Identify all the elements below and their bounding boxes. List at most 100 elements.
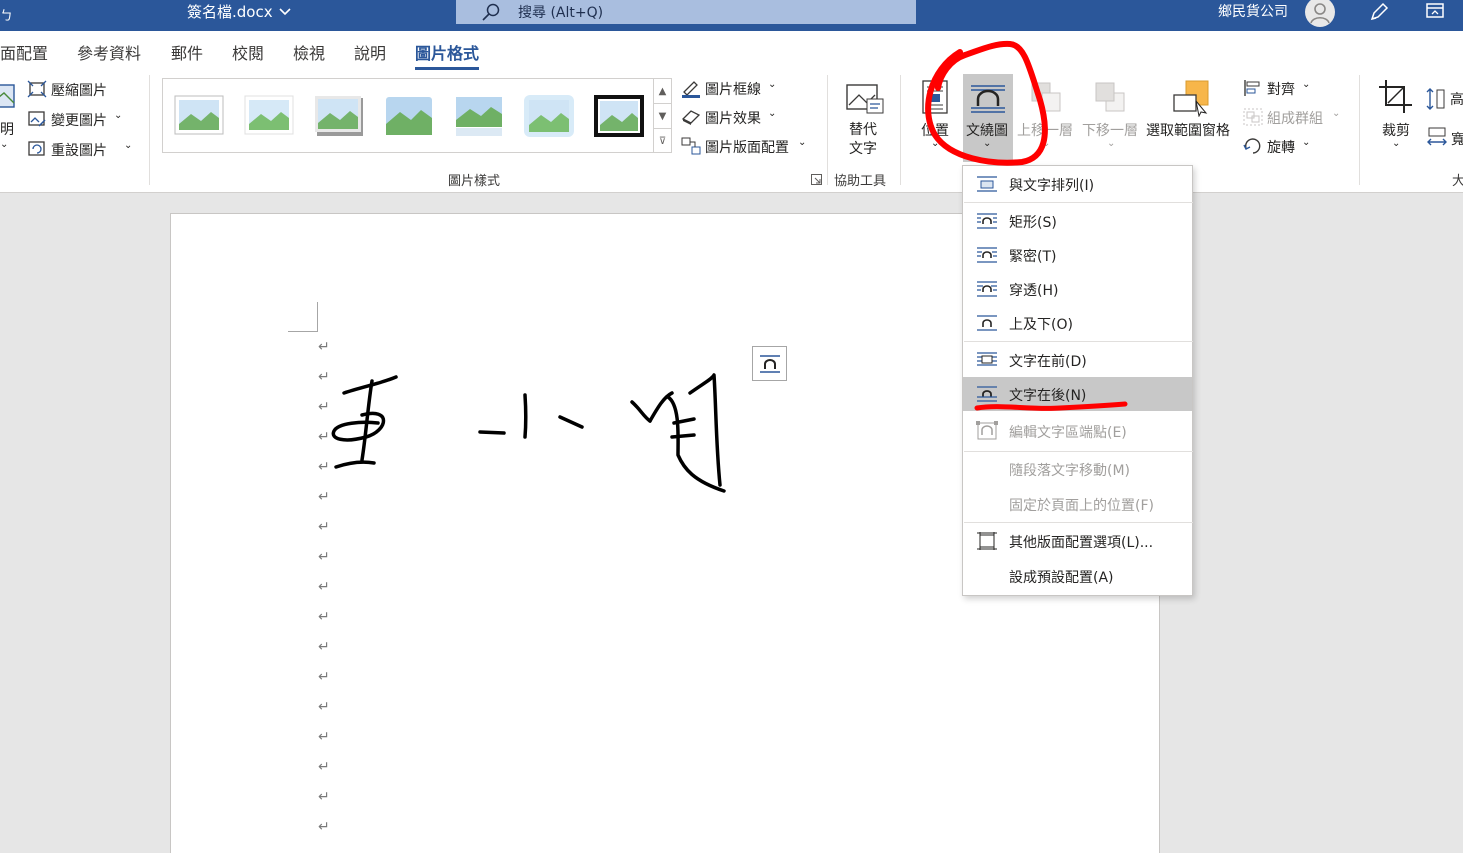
menu-separator [964, 522, 1193, 523]
shape-height-label: 高 [1450, 92, 1463, 108]
menu-item-move-with-text[interactable]: 隨段落文字移動(M) [963, 452, 1192, 486]
position-icon [922, 80, 948, 114]
ribbon-separator [827, 75, 828, 185]
chevron-down-icon[interactable]: ⌄ [1042, 138, 1050, 149]
menu-item-top-and-bottom[interactable]: 上及下(O) [963, 306, 1192, 340]
alt-text-icon [846, 84, 884, 114]
chevron-down-icon[interactable]: ⌄ [1392, 138, 1400, 149]
picture-style-reflected[interactable] [453, 94, 505, 138]
send-backward-button[interactable]: 下移一層 [1082, 120, 1138, 140]
rotate-button[interactable]: 旋轉 [1267, 137, 1295, 157]
bring-forward-button[interactable]: 上移一層 [1017, 120, 1073, 140]
paragraph-mark: ↵ [318, 609, 330, 625]
group-objects-button[interactable]: 組成群組 [1267, 108, 1323, 128]
menu-item-in-line-with-text[interactable]: 與文字排列(I) [963, 167, 1192, 201]
search-box[interactable]: 搜尋 (Alt+Q) [456, 0, 916, 24]
chevron-down-icon[interactable]: ⌄ [114, 110, 122, 121]
ribbon-separator [1359, 75, 1360, 185]
menu-item-fix-position[interactable]: 固定於頁面上的位置(F) [963, 487, 1192, 521]
tab-picture-format[interactable]: 圖片格式 [415, 40, 480, 70]
ribbon-separator [900, 75, 901, 185]
ribbon-display-options-icon[interactable] [1426, 3, 1444, 19]
reset-picture-button[interactable]: 重設圖片 [51, 140, 107, 160]
chevron-down-icon[interactable]: ⌄ [768, 108, 776, 119]
chevron-down-icon[interactable]: ⌄ [1107, 138, 1115, 149]
chevron-down-icon[interactable]: ⌄ [931, 138, 939, 149]
picture-style-shadow[interactable] [313, 94, 365, 138]
gallery-scroll-up-button[interactable]: ▲ [654, 79, 671, 104]
crop-button[interactable]: 裁剪 [1382, 120, 1410, 140]
document-title[interactable]: 簽名檔.docx [187, 1, 291, 22]
wrap-text-label: 文繞圖 [966, 123, 1008, 139]
menu-item-more-layout-options[interactable]: 其他版面配置選項(L)... [963, 524, 1192, 558]
tab-layout[interactable]: 面配置 [0, 40, 48, 64]
paragraph-mark: ↵ [318, 819, 330, 835]
pen-icon[interactable] [1368, 1, 1390, 23]
change-picture-button[interactable]: 變更圖片 [51, 110, 107, 130]
compress-pictures-button[interactable]: 壓縮圖片 [51, 80, 107, 100]
wrap-text-button[interactable]: 文繞圖 ⌄ [963, 74, 1013, 162]
picture-layout-button[interactable]: 圖片版面配置 [705, 137, 789, 157]
menu-item-label: 文字在後(N) [1009, 388, 1087, 404]
tab-review[interactable]: 校閱 [232, 40, 264, 64]
alt-text-button-line2[interactable]: 文字 [849, 138, 877, 158]
alt-text-button-line1[interactable]: 替代 [849, 119, 877, 139]
menu-item-edit-wrap-points[interactable]: 編輯文字區端點(E) [963, 414, 1192, 448]
wrap-top-bottom-icon [977, 315, 997, 331]
menu-item-label: 其他版面配置選項(L)... [1009, 535, 1154, 551]
paragraph-mark: ↵ [318, 519, 330, 535]
avatar[interactable] [1305, 0, 1335, 27]
wrap-square-icon [977, 213, 997, 229]
signature-image[interactable] [322, 365, 742, 500]
tab-help[interactable]: 說明 [354, 40, 386, 64]
chevron-down-icon[interactable]: ⌄ [768, 79, 776, 90]
menu-item-square[interactable]: 矩形(S) [963, 204, 1192, 238]
tab-references[interactable]: 參考資料 [77, 40, 141, 64]
tab-mailings[interactable]: 郵件 [171, 40, 203, 64]
menu-item-set-as-default[interactable]: 設成預設配置(A) [963, 559, 1192, 593]
title-bar: ㄅ 簽名檔.docx 搜尋 (Alt+Q) 鄉民貨公司 [0, 0, 1463, 31]
gallery-scroll-down-button[interactable]: ▼ [654, 104, 671, 129]
picture-style-bevel[interactable] [383, 94, 435, 138]
menu-item-behind-text[interactable]: 文字在後(N) [963, 377, 1192, 411]
bring-forward-icon [1031, 82, 1061, 112]
menu-item-label: 文字在前(D) [1009, 354, 1087, 370]
edit-wrap-points-icon [976, 421, 998, 440]
paragraph-mark: ↵ [318, 759, 330, 775]
chevron-down-icon[interactable]: ⌄ [798, 137, 806, 148]
wrap-in-front-icon [977, 352, 997, 366]
menu-item-label: 設成預設配置(A) [1009, 570, 1114, 586]
picture-border-button[interactable]: 圖片框線 [705, 79, 761, 99]
chevron-down-icon[interactable]: ⌄ [1302, 79, 1310, 90]
layout-options-button[interactable] [752, 346, 787, 381]
wrap-in-line-icon [977, 176, 997, 192]
send-backward-icon [1095, 82, 1125, 112]
picture-style-simple-frame[interactable] [173, 94, 225, 138]
position-button[interactable]: 位置 [921, 120, 949, 140]
picture-style-soft-edge[interactable] [243, 94, 295, 138]
selection-pane-button[interactable]: 選取範圍窗格 [1146, 120, 1230, 140]
picture-effects-button[interactable]: 圖片效果 [705, 108, 761, 128]
tab-view[interactable]: 檢視 [293, 40, 325, 64]
menu-item-label: 矩形(S) [1009, 215, 1057, 231]
menu-item-label: 上及下(O) [1009, 317, 1073, 333]
dialog-launcher-icon[interactable] [811, 174, 822, 185]
crop-icon [1379, 80, 1412, 113]
chevron-down-icon[interactable]: ⌄ [1332, 108, 1340, 119]
menu-item-tight[interactable]: 緊密(T) [963, 238, 1192, 272]
title-bar-partial-glyph: ㄅ [0, 9, 14, 24]
chevron-down-icon[interactable]: ⌄ [124, 140, 132, 151]
chevron-down-icon[interactable]: ⌄ [1302, 137, 1310, 148]
menu-item-through[interactable]: 穿透(H) [963, 272, 1192, 306]
picture-style-soft-glow[interactable] [523, 94, 575, 138]
artistic-effects-icon[interactable] [0, 83, 16, 113]
picture-style-black-frame[interactable] [593, 94, 645, 138]
account-name[interactable]: 鄉民貨公司 [1218, 1, 1288, 21]
picture-effects-icon [681, 110, 701, 125]
align-button[interactable]: 對齊 [1267, 79, 1295, 99]
menu-item-in-front-of-text[interactable]: 文字在前(D) [963, 343, 1192, 377]
gallery-more-button[interactable]: ⊽ [654, 129, 671, 154]
chevron-down-icon[interactable]: ⌄ [0, 139, 8, 150]
search-placeholder: 搜尋 (Alt+Q) [518, 5, 604, 21]
wrap-text-icon [971, 85, 1005, 113]
